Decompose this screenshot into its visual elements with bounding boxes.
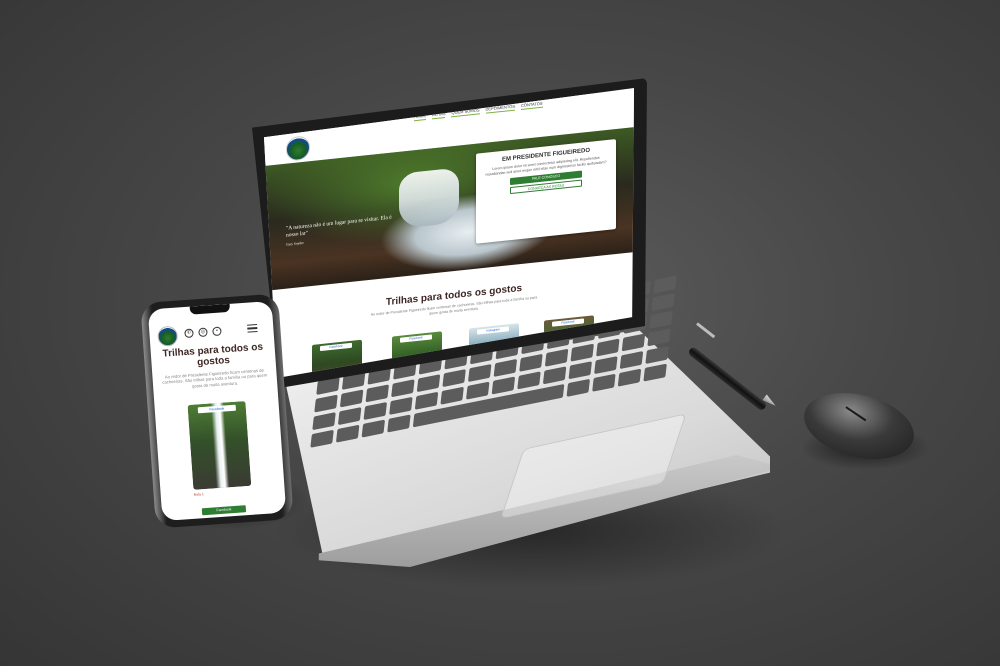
- keyboard-key: [570, 343, 594, 362]
- phone-notch: [189, 303, 231, 315]
- keyboard-key: [314, 394, 338, 413]
- keyboard-key: [651, 293, 675, 311]
- keyboard-key: [568, 361, 592, 379]
- keyboard-key: [621, 333, 645, 352]
- hamburger-menu-icon[interactable]: [247, 323, 258, 333]
- keyboard-key: [647, 328, 671, 347]
- thumb-tag: Facebook: [552, 318, 584, 327]
- keyboard-key: [517, 371, 541, 390]
- keyboard-key: [491, 376, 515, 395]
- phone-section-text: Ao redor de Presidente Figueiredo ficam …: [162, 367, 268, 389]
- keyboard-key: [493, 359, 517, 377]
- phone-route-card[interactable]: Facebook: [187, 400, 252, 490]
- keyboard-key: [310, 430, 334, 448]
- keyboard-key: [653, 275, 677, 294]
- thumb-tag: Instagram: [477, 326, 509, 335]
- whatsapp-icon[interactable]: ✆: [184, 328, 194, 339]
- hero-card: EM PRESIDENTE FIGUEIREDO Lorem ipsum dol…: [476, 139, 616, 244]
- thumb-tag: Facebook: [320, 342, 352, 352]
- keyboard-key: [466, 381, 490, 400]
- keyboard-key: [361, 419, 385, 438]
- keyboard-key: [363, 402, 387, 420]
- keyboard-key: [594, 356, 618, 374]
- phone-card-tag: Facebook: [197, 404, 237, 414]
- phone-site-logo[interactable]: [156, 325, 179, 347]
- keyboard-key: [596, 338, 620, 357]
- keyboard-key: [649, 311, 673, 329]
- keyboard-key: [619, 351, 644, 369]
- keyboard-key: [543, 366, 567, 384]
- keyboard-key: [338, 407, 362, 425]
- keyboard-key: [389, 397, 413, 415]
- keyboard-key: [387, 414, 411, 433]
- keyboard-key: [592, 374, 616, 392]
- keyboard-key: [340, 389, 364, 408]
- keyboard-key: [442, 369, 466, 387]
- camera-icon[interactable]: ▪: [212, 326, 222, 337]
- pen-clip: [696, 322, 716, 339]
- keyboard-key: [312, 412, 336, 430]
- keyboard-key: [566, 379, 590, 397]
- keyboard-key: [519, 354, 543, 372]
- keyboard-key: [617, 368, 642, 387]
- phone-bottom-tag[interactable]: Facebook: [201, 505, 247, 516]
- keyboard-key: [468, 364, 492, 382]
- keyboard-key: [336, 425, 360, 443]
- phone-social-icons: ✆ ◎ ▪: [184, 326, 222, 339]
- keyboard-key: [365, 384, 389, 403]
- keyboard-key: [643, 363, 667, 382]
- thumb-tag: Facebook: [400, 334, 432, 343]
- keyboard-key: [545, 349, 569, 367]
- phone-card-caption: Rota 1: [193, 492, 204, 497]
- keyboard-key: [391, 379, 415, 397]
- keyboard-key: [416, 374, 441, 392]
- instagram-icon[interactable]: ◎: [198, 327, 208, 338]
- phone-screen: ✆ ◎ ▪ Trilhas para todos os gostos Ao re…: [147, 300, 287, 522]
- keyboard-key: [414, 392, 439, 410]
- phone-section-title: Trilhas para todos os gostos: [162, 341, 264, 369]
- keyboard-key: [645, 346, 669, 364]
- keyboard-key: [440, 387, 464, 405]
